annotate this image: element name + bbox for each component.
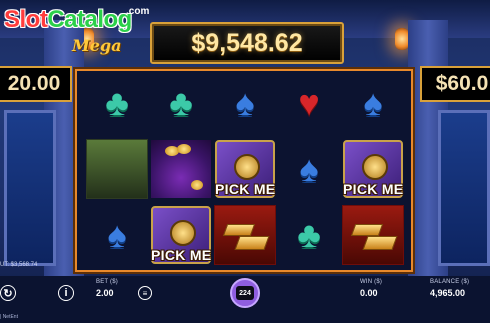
- pick-me-label: PICK ME: [151, 247, 212, 263]
- mega-logo: Mega: [72, 36, 122, 55]
- spade-symbol: ♠: [213, 71, 277, 135]
- coin-bag-symbol: [149, 137, 213, 201]
- game-background: SlotCatalog .com Mega $9,548.62 20.00 $6…: [0, 0, 490, 323]
- gold-bars-symbol: [213, 203, 277, 267]
- bet-value: 2.00: [96, 288, 114, 298]
- club-icon: ♣: [105, 82, 129, 123]
- pick-me-label: PICK ME: [343, 181, 404, 197]
- balance-value: 4,965.00: [430, 288, 466, 298]
- club-symbol: ♣: [85, 71, 149, 135]
- side-jackpot-right: $60.0: [420, 66, 490, 102]
- gold-bars-symbol: [341, 203, 405, 267]
- spade-symbol: ♠: [341, 71, 405, 135]
- reel-grid: ♣ ♣ ♠ ♥ ♠ PICK ME ♠ PICK ME ♠ PICK ME ♣: [75, 69, 413, 272]
- club-symbol: ♣: [149, 71, 213, 135]
- wall-lamp-icon: [395, 28, 409, 50]
- provider-label: | NetEnt: [0, 314, 18, 320]
- spade-icon: ♠: [107, 214, 127, 255]
- heart-icon: ♥: [298, 82, 320, 123]
- money-stack-icon: [86, 139, 148, 199]
- gold-bars-icon: [342, 205, 404, 265]
- spin-button[interactable]: 224: [230, 278, 260, 308]
- heart-symbol: ♥: [277, 71, 341, 135]
- safe-pick-me-symbol[interactable]: PICK ME: [149, 203, 213, 267]
- spade-symbol: ♠: [85, 203, 149, 267]
- gold-bars-icon: [214, 205, 276, 265]
- coin-stack-icon[interactable]: ≡: [138, 286, 152, 300]
- payout-text: UT: $3,568.74: [0, 262, 38, 268]
- money-stack-symbol: [85, 137, 149, 201]
- mega-jackpot-value: $9,548.62: [191, 28, 303, 57]
- win-value: 0.00: [360, 288, 378, 298]
- coin-bag-icon: [151, 140, 211, 198]
- bottom-control-bar: ↻ i BET ($) 2.00 ≡ 224 WIN ($) 0.00 BALA…: [0, 276, 490, 323]
- balance-label: BALANCE ($): [430, 279, 470, 285]
- club-icon: ♣: [169, 82, 193, 123]
- window: [438, 110, 490, 266]
- window: [4, 110, 56, 266]
- pick-me-label: PICK ME: [215, 181, 276, 197]
- info-icon[interactable]: i: [58, 285, 74, 301]
- spins-counter: 224: [236, 286, 254, 300]
- spade-icon: ♠: [363, 82, 383, 123]
- bet-label: BET ($): [96, 279, 118, 285]
- autoplay-icon[interactable]: ↻: [0, 285, 16, 301]
- safe-pick-me-symbol[interactable]: PICK ME: [341, 137, 405, 201]
- spade-symbol: ♠: [277, 137, 341, 201]
- club-icon: ♣: [297, 214, 321, 255]
- spade-icon: ♠: [235, 82, 255, 123]
- club-symbol: ♣: [277, 203, 341, 267]
- slotcatalog-logo: SlotCatalog .com Mega: [4, 6, 150, 55]
- side-jackpot-left: 20.00: [0, 66, 72, 102]
- win-label: WIN ($): [360, 279, 383, 285]
- safe-pick-me-symbol[interactable]: PICK ME: [213, 137, 277, 201]
- spade-icon: ♠: [299, 148, 319, 189]
- mega-jackpot-display: $9,548.62: [150, 22, 344, 64]
